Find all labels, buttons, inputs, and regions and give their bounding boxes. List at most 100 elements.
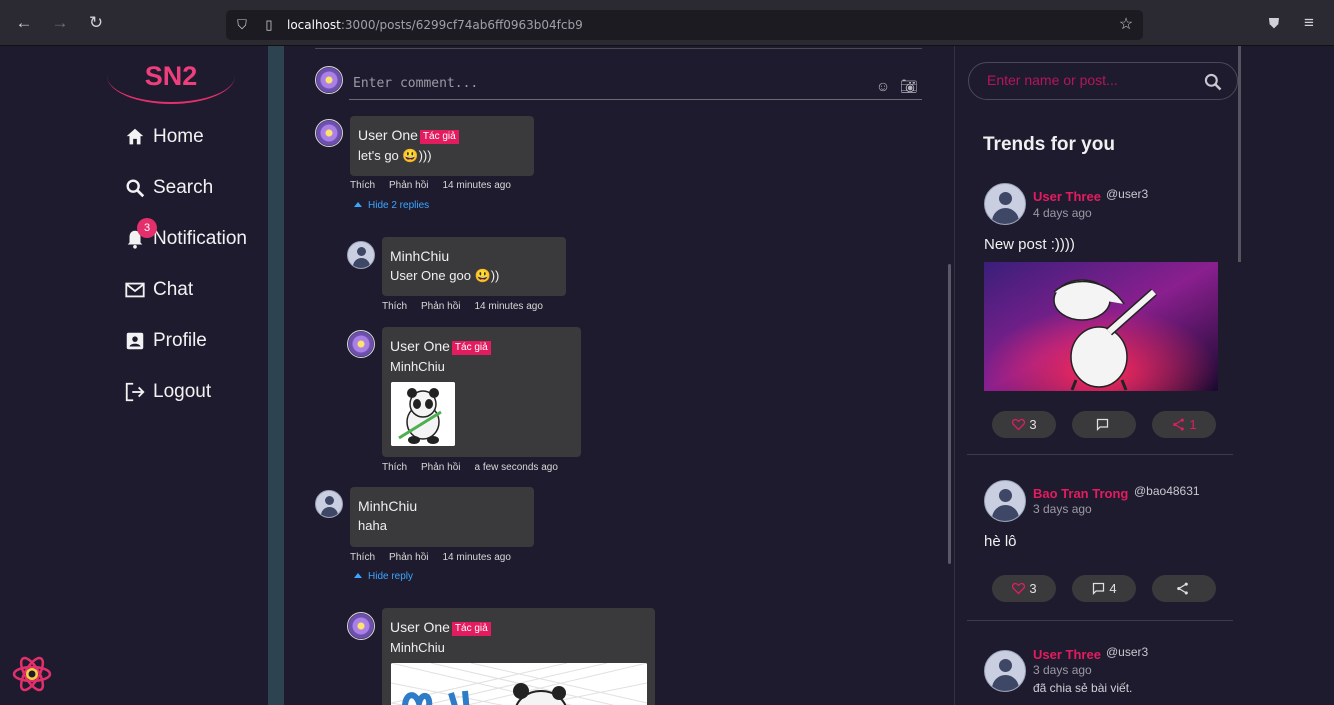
shield-icon[interactable]: ⛉ xyxy=(234,17,250,33)
comment-icon xyxy=(1093,582,1105,596)
post-handle[interactable]: @user3 xyxy=(1106,187,1148,201)
url-text[interactable]: localhost:3000/posts/6299cf74ab6ff0963b0… xyxy=(287,18,583,32)
forward-icon[interactable]: → xyxy=(50,13,70,33)
reload-icon[interactable]: ↻ xyxy=(86,13,106,33)
reply-button[interactable]: Phản hồi xyxy=(421,462,460,473)
bookmark-star-icon[interactable]: ☆ xyxy=(1118,17,1134,33)
avatar[interactable] xyxy=(347,612,375,640)
url-host: localhost xyxy=(287,18,341,32)
logo[interactable]: SN2 xyxy=(107,54,235,104)
like-button[interactable]: Thích xyxy=(350,180,375,191)
current-user-avatar[interactable] xyxy=(315,66,343,94)
logout-icon xyxy=(125,382,145,402)
avatar[interactable] xyxy=(984,183,1026,225)
avatar[interactable] xyxy=(315,490,343,518)
comment-author[interactable]: MinhChiu xyxy=(390,246,558,266)
trend-post[interactable]: User Three @user3 4 days ago New post :)… xyxy=(968,181,1234,451)
search-icon[interactable] xyxy=(1203,72,1223,92)
address-bar[interactable]: ⛉ ▯ localhost:3000/posts/6299cf74ab6ff09… xyxy=(226,10,1143,40)
share-count: 1 xyxy=(1189,417,1197,432)
post-author[interactable]: User Three xyxy=(1033,647,1101,662)
comment-button[interactable]: 4 xyxy=(1072,575,1136,602)
avatar[interactable] xyxy=(984,650,1026,692)
comment-author[interactable]: User One xyxy=(358,127,418,143)
post-time: 4 days ago xyxy=(1033,206,1092,220)
sidebar-item-label: Logout xyxy=(153,381,212,402)
author-tag: Tác giả xyxy=(419,130,459,144)
comment-text: haha xyxy=(358,518,387,533)
camera-icon[interactable]: 📷︎ xyxy=(900,78,918,94)
reply-button[interactable]: Phản hồi xyxy=(389,180,428,191)
comment-actions: Thích Phản hồi 14 minutes ago xyxy=(350,552,525,563)
emoji-icon[interactable]: ☺ xyxy=(875,78,891,94)
avatar[interactable] xyxy=(315,119,343,147)
comment-author[interactable]: User One xyxy=(390,619,450,635)
center-scrollbar[interactable] xyxy=(948,264,951,564)
hide-reply-button[interactable]: Hide reply xyxy=(354,571,413,582)
share-button[interactable]: 1 xyxy=(1152,411,1216,438)
avatar[interactable] xyxy=(347,330,375,358)
pocket-icon[interactable]: ⛊ xyxy=(1264,13,1284,33)
sidebar-item-label: Chat xyxy=(153,279,194,300)
avatar[interactable] xyxy=(347,241,375,269)
reply-button[interactable]: Phản hồi xyxy=(421,301,460,312)
sidebar-item-logout[interactable]: Logout xyxy=(124,378,211,406)
avatar[interactable] xyxy=(984,480,1026,522)
divider xyxy=(967,454,1233,455)
comment-input[interactable] xyxy=(349,70,829,96)
comment-author[interactable]: User One xyxy=(390,338,450,354)
like-button[interactable]: 3 xyxy=(992,411,1056,438)
toggle-label: Hide reply xyxy=(368,571,414,582)
trend-post[interactable]: Bao Tran Trong @bao48631 3 days ago hè l… xyxy=(968,478,1234,608)
hide-replies-button[interactable]: Hide 2 replies xyxy=(354,200,429,211)
like-button[interactable]: 3 xyxy=(992,575,1056,602)
post-handle[interactable]: @user3 xyxy=(1106,645,1148,659)
dab-dog-image[interactable] xyxy=(984,262,1218,391)
mail-icon xyxy=(125,282,145,298)
like-button[interactable]: Thích xyxy=(350,552,375,563)
right-scrollbar[interactable] xyxy=(1238,46,1241,262)
comment-text: MinhChiu xyxy=(390,640,445,655)
trend-post[interactable]: User Three @user3 3 days ago đã chia sẻ … xyxy=(968,644,1234,704)
author-tag: Tác giả xyxy=(451,341,491,355)
like-count: 3 xyxy=(1029,581,1037,596)
menu-icon[interactable]: ≡ xyxy=(1299,13,1319,33)
comment-button[interactable] xyxy=(1072,411,1136,438)
heart-icon xyxy=(1012,582,1026,595)
divider xyxy=(967,620,1233,621)
like-button[interactable]: Thích xyxy=(382,462,407,473)
search-input[interactable] xyxy=(987,72,1187,88)
comment-field[interactable]: ☺ 📷︎ xyxy=(349,70,922,100)
sidebar-item-label: Home xyxy=(153,126,204,147)
sidebar-item-label: Profile xyxy=(153,330,207,351)
comment-bubble: User One Tác giả let's go 😃))) xyxy=(350,116,534,176)
comment-author[interactable]: MinhChiu xyxy=(358,496,526,516)
back-icon[interactable]: ← xyxy=(14,13,34,33)
toggle-label: Hide 2 replies xyxy=(368,200,430,211)
post-handle[interactable]: @bao48631 xyxy=(1134,484,1200,498)
search-box[interactable] xyxy=(968,62,1238,100)
react-devtools-icon[interactable] xyxy=(12,654,52,694)
like-button[interactable]: Thích xyxy=(382,301,407,312)
post-author[interactable]: Bao Tran Trong xyxy=(1033,486,1128,501)
comment-icon xyxy=(1096,418,1109,432)
comment-bubble: MinhChiu haha xyxy=(350,487,534,547)
comment-actions: Thích Phản hồi 14 minutes ago xyxy=(350,180,525,191)
sidebar-item-home[interactable]: Home xyxy=(124,123,204,151)
post-comments-panel: ☺ 📷︎ User OneTác giả let's go 😃))) Thích… xyxy=(284,46,954,705)
comment-text: MinhChiu xyxy=(390,359,445,374)
reply-button[interactable]: Phản hồi xyxy=(389,552,428,563)
sidebar-item-search[interactable]: Search xyxy=(124,174,213,202)
share-icon xyxy=(1177,582,1188,595)
post-author[interactable]: User Three xyxy=(1033,189,1101,204)
sidebar-item-chat[interactable]: Chat xyxy=(124,276,193,304)
panda-sticker-image[interactable] xyxy=(391,382,455,446)
sidebar-item-profile[interactable]: Profile xyxy=(124,327,207,355)
post-shared-text: đã chia sẻ bài viết. xyxy=(1033,681,1133,695)
right-sidebar: Trends for you User Three @user3 4 days … xyxy=(954,46,1334,705)
panda-sticker-image[interactable] xyxy=(391,663,647,705)
share-button[interactable] xyxy=(1152,575,1216,602)
post-time: 3 days ago xyxy=(1033,663,1092,677)
logo-text: SN2 xyxy=(144,61,198,91)
browser-toolbar: ← → ↻ ⛉ ▯ localhost:3000/posts/6299cf74a… xyxy=(0,0,1334,46)
